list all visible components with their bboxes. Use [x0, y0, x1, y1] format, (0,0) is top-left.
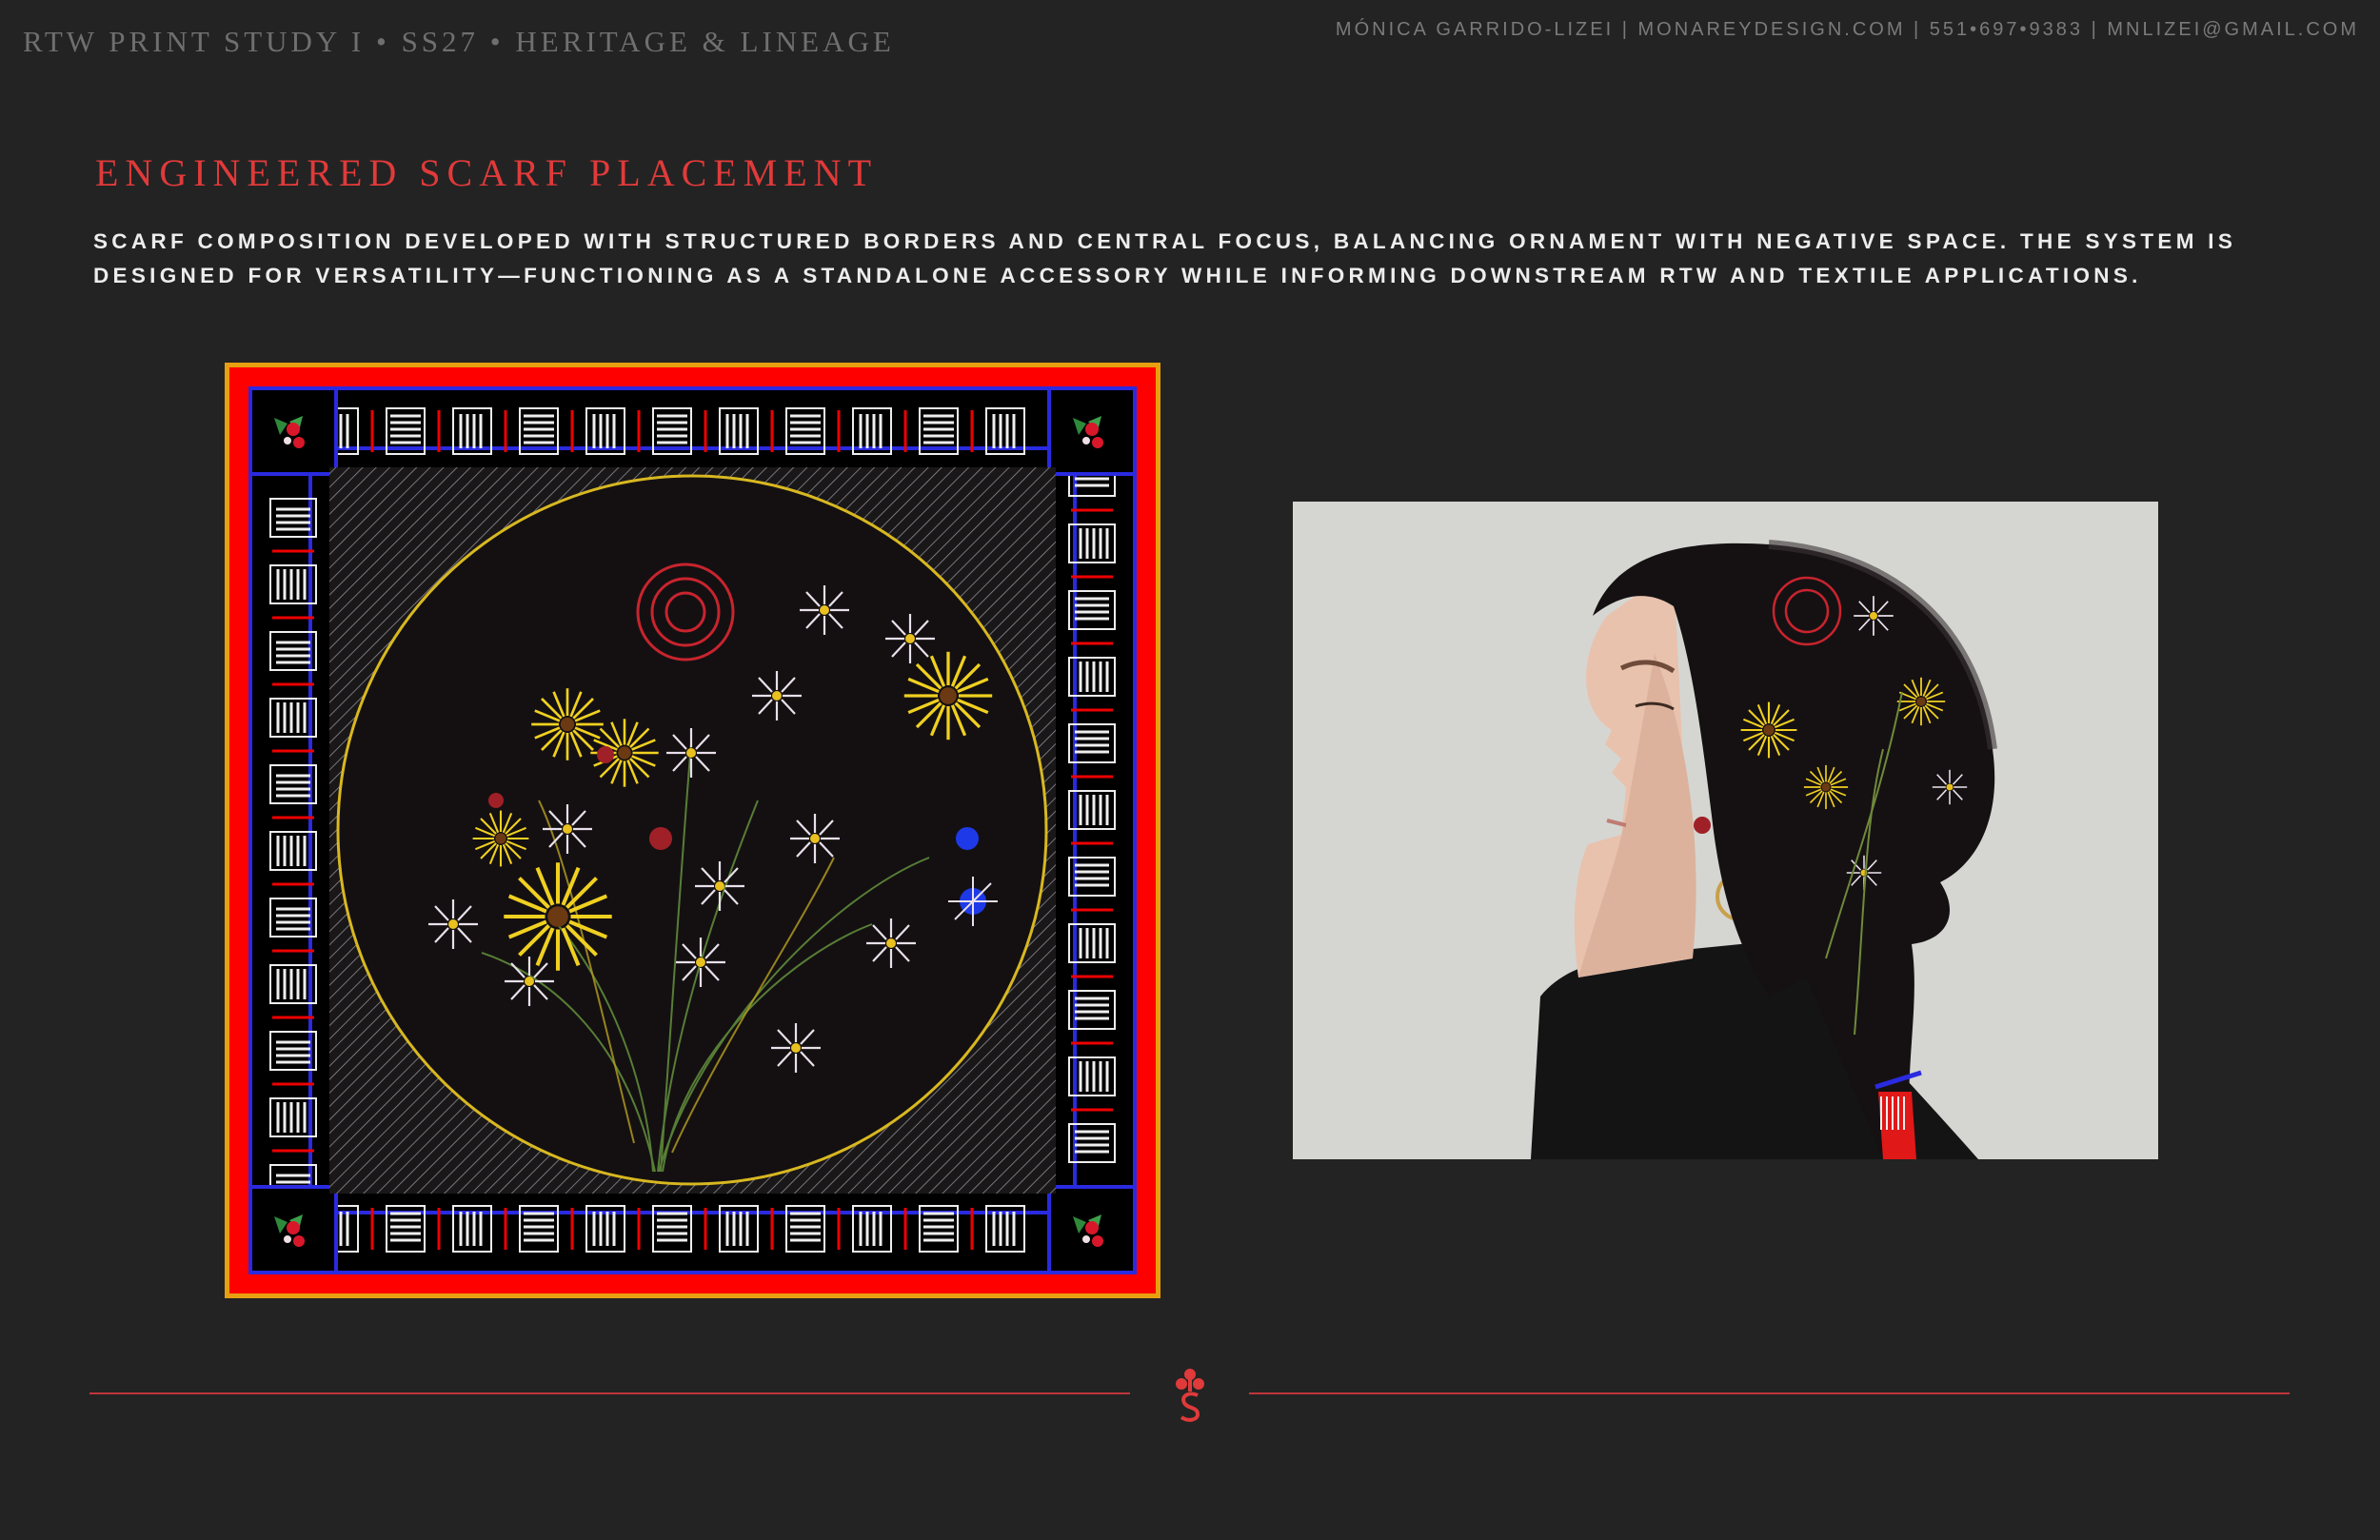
contact-info: MÓNICA GARRIDO-LIZEI | MONAREYDESIGN.COM…: [1335, 19, 2359, 40]
monogram-ornament-icon: [1176, 1369, 1204, 1422]
model-wearing-scarf-illustration: [1293, 502, 2158, 1159]
model-photo: [1293, 502, 2158, 1159]
scarf-artwork: [225, 363, 1160, 1298]
project-title: RTW PRINT STUDY I • SS27 • HERITAGE & LI…: [23, 25, 895, 58]
footer-rule-left: [89, 1392, 1130, 1394]
section-description: SCARF COMPOSITION DEVELOPED WITH STRUCTU…: [93, 229, 2237, 287]
section-title: ENGINEERED SCARF PLACEMENT: [95, 151, 879, 194]
footer-rule-right: [1249, 1392, 2290, 1394]
